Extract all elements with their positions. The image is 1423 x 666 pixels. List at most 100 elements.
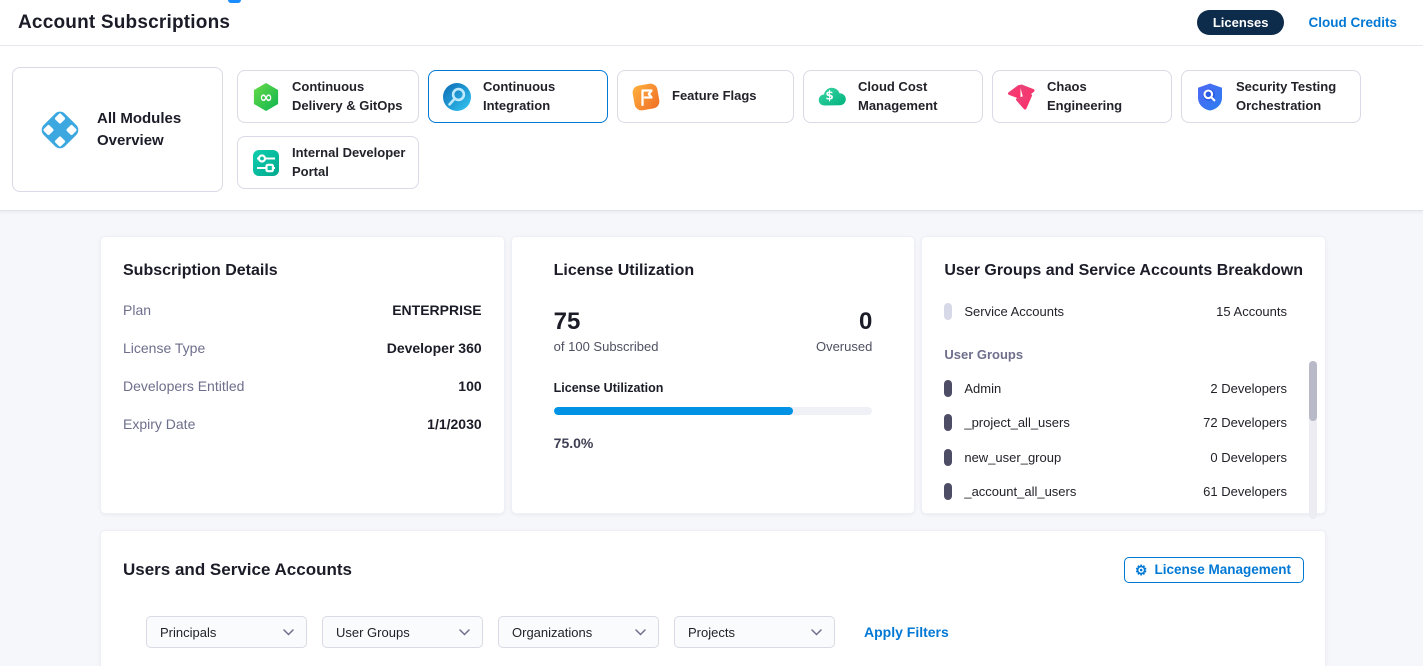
detail-row: Developers Entitled 100 bbox=[123, 378, 482, 394]
breakdown-card: User Groups and Service Accounts Breakdo… bbox=[921, 236, 1326, 514]
user-group-pill-icon bbox=[944, 449, 952, 466]
chevron-down-icon bbox=[635, 629, 646, 636]
detail-label: Expiry Date bbox=[123, 416, 195, 432]
module-card-internal-developer-portal[interactable]: Internal Developer Portal bbox=[237, 136, 419, 189]
detail-value: ENTERPRISE bbox=[392, 302, 481, 318]
service-accounts-label: Service Accounts bbox=[964, 304, 1204, 319]
service-accounts-pill-icon bbox=[944, 303, 952, 320]
users-service-accounts-card: Users and Service Accounts ⚙ License Man… bbox=[100, 530, 1326, 666]
cloud-cost-icon: $ bbox=[816, 81, 848, 113]
page-title: Account Subscriptions bbox=[18, 12, 230, 34]
all-modules-overview-card[interactable]: All Modules Overview bbox=[12, 67, 223, 192]
detail-row: License Type Developer 360 bbox=[123, 340, 482, 356]
user-group-count: 2 Developers bbox=[1210, 381, 1287, 396]
page-header: Account Subscriptions Licenses Cloud Cre… bbox=[0, 0, 1423, 46]
user-group-count: 72 Developers bbox=[1203, 415, 1287, 430]
detail-label: Developers Entitled bbox=[123, 378, 244, 394]
continuous-integration-icon bbox=[441, 81, 473, 113]
user-group-row: _project_all_users 72 Developers bbox=[944, 414, 1303, 431]
licenses-tab[interactable]: Licenses bbox=[1197, 10, 1285, 35]
principals-filter-dropdown[interactable]: Principals bbox=[146, 616, 307, 648]
detail-value: 1/1/2030 bbox=[427, 416, 482, 432]
user-group-name: _project_all_users bbox=[964, 415, 1191, 430]
detail-row: Expiry Date 1/1/2030 bbox=[123, 416, 482, 432]
service-accounts-count: 15 Accounts bbox=[1216, 304, 1287, 319]
header-tabs: Licenses Cloud Credits bbox=[1197, 10, 1397, 35]
module-label: Continuous Integration bbox=[483, 78, 597, 114]
organizations-filter-dropdown[interactable]: Organizations bbox=[498, 616, 659, 648]
license-utilization-title: License Utilization bbox=[554, 262, 873, 280]
scrollbar-thumb[interactable] bbox=[1309, 361, 1317, 421]
user-group-count: 61 Developers bbox=[1203, 484, 1287, 499]
modules-grid: ∞ Continuous Delivery & GitOps Continuou… bbox=[237, 67, 1361, 190]
all-modules-icon bbox=[36, 106, 84, 154]
overused-caption: Overused bbox=[816, 339, 872, 354]
projects-filter-dropdown[interactable]: Projects bbox=[674, 616, 835, 648]
dropdown-value: Projects bbox=[688, 625, 735, 640]
clipped-breadcrumb-icon bbox=[228, 0, 241, 3]
detail-label: License Type bbox=[123, 340, 205, 356]
module-label: Continuous Delivery & GitOps bbox=[292, 78, 408, 114]
module-card-continuous-integration[interactable]: Continuous Integration bbox=[428, 70, 608, 123]
dropdown-value: User Groups bbox=[336, 625, 410, 640]
user-group-pill-icon bbox=[944, 380, 952, 397]
chevron-down-icon bbox=[811, 629, 822, 636]
chevron-down-icon bbox=[283, 629, 294, 636]
continuous-delivery-icon: ∞ bbox=[250, 81, 282, 113]
user-group-pill-icon bbox=[944, 483, 952, 500]
module-label: Chaos Engineering bbox=[1047, 78, 1161, 114]
dropdown-value: Organizations bbox=[512, 625, 592, 640]
subscribed-count: 75 bbox=[554, 309, 659, 335]
service-accounts-row: Service Accounts 15 Accounts bbox=[944, 303, 1303, 320]
dropdown-value: Principals bbox=[160, 625, 216, 640]
user-groups-heading: User Groups bbox=[944, 347, 1303, 362]
progress-fill bbox=[554, 407, 793, 415]
gear-icon: ⚙ bbox=[1135, 563, 1148, 577]
license-utilization-card: License Utilization 75 of 100 Subscribed… bbox=[511, 236, 916, 514]
security-testing-icon bbox=[1194, 81, 1226, 113]
user-group-row: Admin 2 Developers bbox=[944, 380, 1303, 397]
module-card-feature-flags[interactable]: Feature Flags bbox=[617, 70, 794, 123]
progress-track bbox=[554, 407, 873, 415]
progress-bar-label: License Utilization bbox=[554, 381, 873, 395]
user-group-name: new_user_group bbox=[964, 450, 1198, 465]
module-card-chaos-engineering[interactable]: Chaos Engineering bbox=[992, 70, 1172, 123]
apply-filters-link[interactable]: Apply Filters bbox=[864, 624, 949, 640]
module-label: Feature Flags bbox=[672, 87, 757, 105]
svg-text:$: $ bbox=[825, 88, 833, 102]
chevron-down-icon bbox=[459, 629, 470, 636]
user-group-pill-icon bbox=[944, 414, 952, 431]
detail-row: Plan ENTERPRISE bbox=[123, 302, 482, 318]
user-group-name: _account_all_users bbox=[964, 484, 1191, 499]
internal-developer-portal-icon bbox=[250, 147, 282, 179]
users-section-title: Users and Service Accounts bbox=[123, 560, 352, 580]
main-content: Subscription Details Plan ENTERPRISE Lic… bbox=[0, 211, 1423, 666]
svg-text:∞: ∞ bbox=[259, 87, 272, 106]
user-groups-filter-dropdown[interactable]: User Groups bbox=[322, 616, 483, 648]
detail-value: Developer 360 bbox=[387, 340, 482, 356]
license-management-button[interactable]: ⚙ License Management bbox=[1124, 557, 1304, 583]
overused-count: 0 bbox=[816, 309, 872, 335]
feature-flags-icon bbox=[630, 81, 662, 113]
chaos-engineering-icon bbox=[1005, 81, 1037, 113]
user-group-row: _account_all_users 61 Developers bbox=[944, 483, 1303, 500]
module-label: Cloud Cost Management bbox=[858, 78, 972, 114]
detail-label: Plan bbox=[123, 302, 151, 318]
scrollbar-track bbox=[1309, 361, 1317, 519]
detail-value: 100 bbox=[458, 378, 481, 394]
user-group-count: 0 Developers bbox=[1210, 450, 1287, 465]
user-group-row: new_user_group 0 Developers bbox=[944, 449, 1303, 466]
module-selector-panel: All Modules Overview ∞ Continuous Delive… bbox=[0, 46, 1423, 211]
user-group-name: Admin bbox=[964, 381, 1198, 396]
cloud-credits-tab[interactable]: Cloud Credits bbox=[1308, 15, 1397, 30]
module-card-cd-gitops[interactable]: ∞ Continuous Delivery & GitOps bbox=[237, 70, 419, 123]
utilization-stats: 75 of 100 Subscribed 0 Overused bbox=[554, 309, 873, 354]
utilization-percent: 75.0% bbox=[554, 435, 873, 451]
module-card-cloud-cost[interactable]: $ Cloud Cost Management bbox=[803, 70, 983, 123]
breakdown-title: User Groups and Service Accounts Breakdo… bbox=[944, 262, 1303, 280]
module-card-security-testing[interactable]: Security Testing Orchestration bbox=[1181, 70, 1361, 123]
module-label: Internal Developer Portal bbox=[292, 144, 408, 180]
module-label: Security Testing Orchestration bbox=[1236, 78, 1350, 114]
subscription-details-card: Subscription Details Plan ENTERPRISE Lic… bbox=[100, 236, 505, 514]
subscribed-caption: of 100 Subscribed bbox=[554, 339, 659, 354]
